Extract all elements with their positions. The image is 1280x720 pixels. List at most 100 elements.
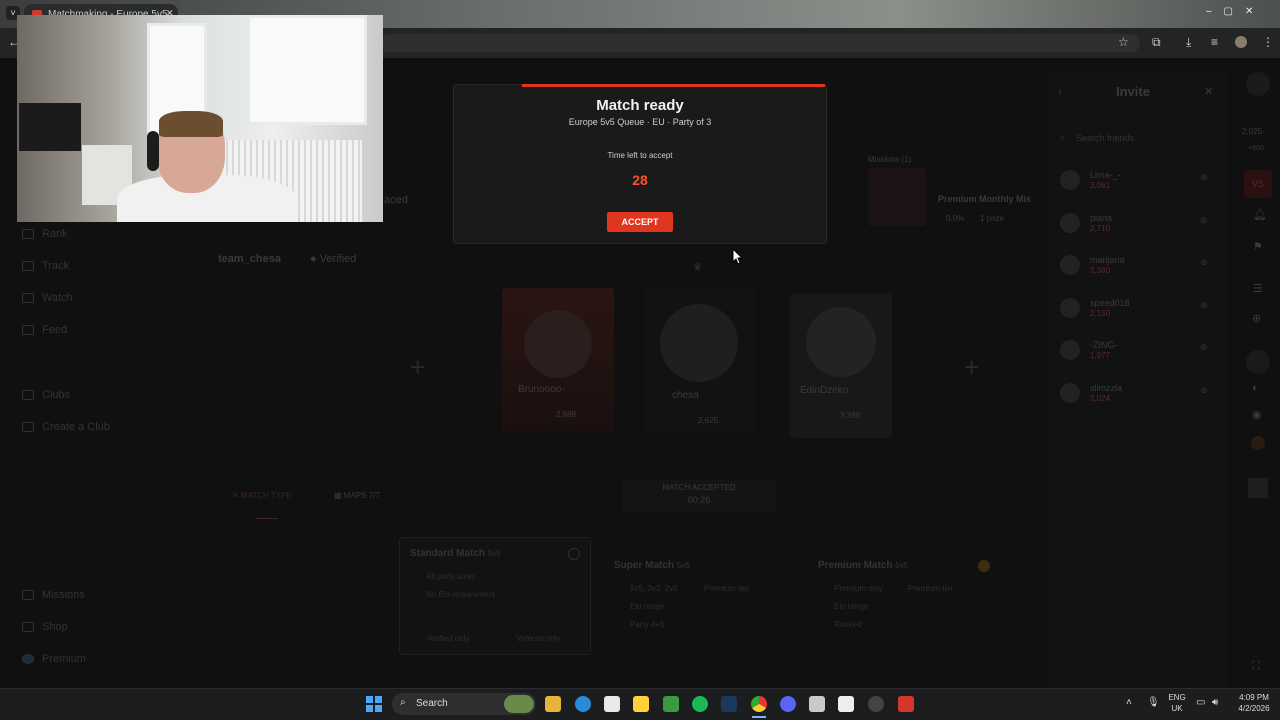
extensions-icon[interactable]: ⧉	[1152, 35, 1161, 50]
taskbar-search[interactable]: ⌕ Search	[392, 693, 536, 715]
search-icon: ⌕	[1060, 132, 1066, 142]
headset	[147, 131, 159, 171]
notes-icon[interactable]	[633, 696, 649, 712]
url-input[interactable]	[380, 34, 1140, 52]
tab-underline	[256, 518, 278, 519]
rail-vs-badge[interactable]: VS	[1244, 170, 1272, 198]
tray-chevron-icon[interactable]: ˄	[1126, 697, 1132, 708]
accept-button[interactable]: ACCEPT	[607, 212, 673, 232]
player-name: chesa	[672, 390, 699, 401]
file-explorer-icon[interactable]	[545, 696, 561, 712]
sidebar-item-clubs[interactable]: Clubs	[22, 389, 70, 401]
spotify-icon[interactable]	[692, 696, 708, 712]
avatar	[1060, 255, 1080, 275]
add-party-member-right[interactable]: +	[964, 352, 979, 383]
language-indicator[interactable]: ENG UK	[1165, 692, 1189, 714]
player-card-3[interactable]: EdinDzeko 3,388	[790, 293, 892, 438]
volume-icon[interactable]: 🔊︎	[1212, 697, 1218, 708]
microphone-icon[interactable]: 🎙︎	[1147, 697, 1160, 708]
match-type-premium[interactable]: Premium Match 5v5 Premium only Premium t…	[808, 550, 998, 640]
chrome-icon[interactable]	[751, 696, 767, 712]
avatar	[1060, 298, 1080, 318]
rail-icon[interactable]: ◐	[1252, 382, 1259, 394]
rail-avatar[interactable]	[1246, 72, 1270, 96]
mission-reward: 1 prize	[980, 214, 1005, 223]
friend-list-item[interactable]: marijana 2,380 ⊕	[1060, 253, 1220, 279]
invite-plus-icon[interactable]: ⊕	[1200, 215, 1208, 226]
sidebar-item-track[interactable]: Track	[22, 260, 69, 272]
window-controls[interactable]: –▢✕	[1206, 6, 1265, 17]
faceit-icon[interactable]	[898, 696, 914, 712]
player-elo: 2,625	[698, 416, 719, 425]
tab-maps[interactable]: ▦ MAPS 7/7	[334, 491, 380, 500]
match-type-standard[interactable]: Standard Match 5v5 All party sizes No El…	[399, 537, 591, 655]
avatar	[1060, 213, 1080, 233]
media-icon[interactable]: ≡	[1211, 35, 1218, 49]
invite-plus-icon[interactable]: ⊕	[1200, 257, 1208, 268]
store-icon[interactable]	[604, 696, 620, 712]
steam-icon[interactable]	[721, 696, 737, 712]
rail-thumbnail[interactable]	[1248, 478, 1268, 498]
download-icon[interactable]: ⤓	[1186, 35, 1191, 50]
mission-title[interactable]: Premium Monthly Mis	[938, 194, 1031, 204]
app-icon[interactable]	[838, 696, 854, 712]
invite-close-icon[interactable]: ✕	[1204, 85, 1213, 98]
edge-icon[interactable]	[575, 696, 591, 712]
sidebar-item-rank[interactable]: Rank	[22, 228, 68, 240]
info-icon[interactable]	[568, 548, 580, 560]
calculator-icon[interactable]	[809, 696, 825, 712]
minecraft-icon[interactable]	[663, 696, 679, 712]
friend-list-item[interactable]: -ZING- 1,977 ⊕	[1060, 338, 1220, 364]
player-elo: 3,388	[840, 411, 861, 420]
bookmark-star-icon[interactable]: ☆	[1118, 35, 1129, 49]
invite-panel	[1048, 70, 1228, 690]
invite-back-icon[interactable]: ‹	[1058, 86, 1062, 98]
friend-list-item[interactable]: slimzzla 2,024 ⊕	[1060, 381, 1220, 407]
sidebar-item-premium[interactable]: Premium	[22, 653, 86, 665]
chat-icon[interactable]: ☰	[1253, 282, 1263, 295]
modal-title: Match ready	[596, 97, 684, 114]
browser-menu-icon[interactable]: ⋮	[1262, 35, 1274, 49]
start-button[interactable]	[366, 696, 382, 712]
tab-match-type[interactable]: ✕ MATCH TYPE	[232, 491, 292, 500]
party-icon[interactable]: ⚑	[1253, 240, 1263, 253]
invite-plus-icon[interactable]: ⊕	[1200, 342, 1208, 353]
friend-search-input[interactable]: ⌕ Search friends	[1056, 128, 1216, 150]
sidebar-item-missions[interactable]: Missions	[22, 589, 85, 601]
player-card-2[interactable]: chesa 2,625	[644, 288, 756, 433]
crown-icon: ♛	[693, 262, 702, 273]
friend-list-item[interactable]: Lima-_- 3,061 ⊕	[1060, 168, 1220, 194]
sidebar-item-feed[interactable]: Feed	[22, 324, 67, 336]
rail-icon[interactable]	[1251, 436, 1265, 450]
profile-avatar[interactable]	[1235, 36, 1247, 48]
rail-avatar-2[interactable]	[1246, 350, 1270, 374]
sidebar-item-create-club[interactable]: Create a Club	[22, 421, 110, 433]
player-card-1[interactable]: Brunoooo- 2,888	[502, 288, 614, 433]
premium-badge-icon	[978, 560, 990, 572]
bell-icon[interactable]: 🔔︎	[1253, 208, 1267, 221]
match-type-icon: ✕	[232, 491, 241, 500]
friend-list-item[interactable]: speed018 2,150 ⊕	[1060, 296, 1220, 322]
mission-thumbnail[interactable]	[868, 168, 926, 226]
verified-badge: ● Verified	[310, 253, 357, 265]
friend-list-item[interactable]: plana 2,710 ⊕	[1060, 211, 1220, 237]
match-type-line: All party sizes	[426, 572, 476, 581]
invite-plus-icon[interactable]: ⊕	[1200, 300, 1208, 311]
sidebar-item-shop[interactable]: Shop	[22, 621, 68, 633]
invite-plus-icon[interactable]: ⊕	[1200, 385, 1208, 396]
add-icon[interactable]: ⊕	[1252, 312, 1261, 325]
match-type-super[interactable]: Super Match 5v5 5v5, 3v3, 2v2 Premium ti…	[604, 550, 794, 640]
discord-icon[interactable]	[780, 696, 796, 712]
rail-icon[interactable]: ◉	[1252, 408, 1262, 421]
add-party-member-left[interactable]: +	[410, 352, 425, 383]
invite-plus-icon[interactable]: ⊕	[1200, 172, 1208, 183]
person-hair	[159, 111, 223, 137]
network-icon[interactable]: ▭	[1196, 697, 1205, 708]
rail-bottom-icon[interactable]: ⛶	[1252, 660, 1260, 673]
rail-elo: 2,025	[1242, 127, 1263, 136]
taskbar-clock[interactable]: 4:09 PM 4/2/2026	[1230, 692, 1278, 714]
app-icon[interactable]	[868, 696, 884, 712]
clubs-icon	[22, 390, 34, 401]
feed-icon	[22, 325, 34, 336]
sidebar-item-watch[interactable]: Watch	[22, 292, 73, 304]
